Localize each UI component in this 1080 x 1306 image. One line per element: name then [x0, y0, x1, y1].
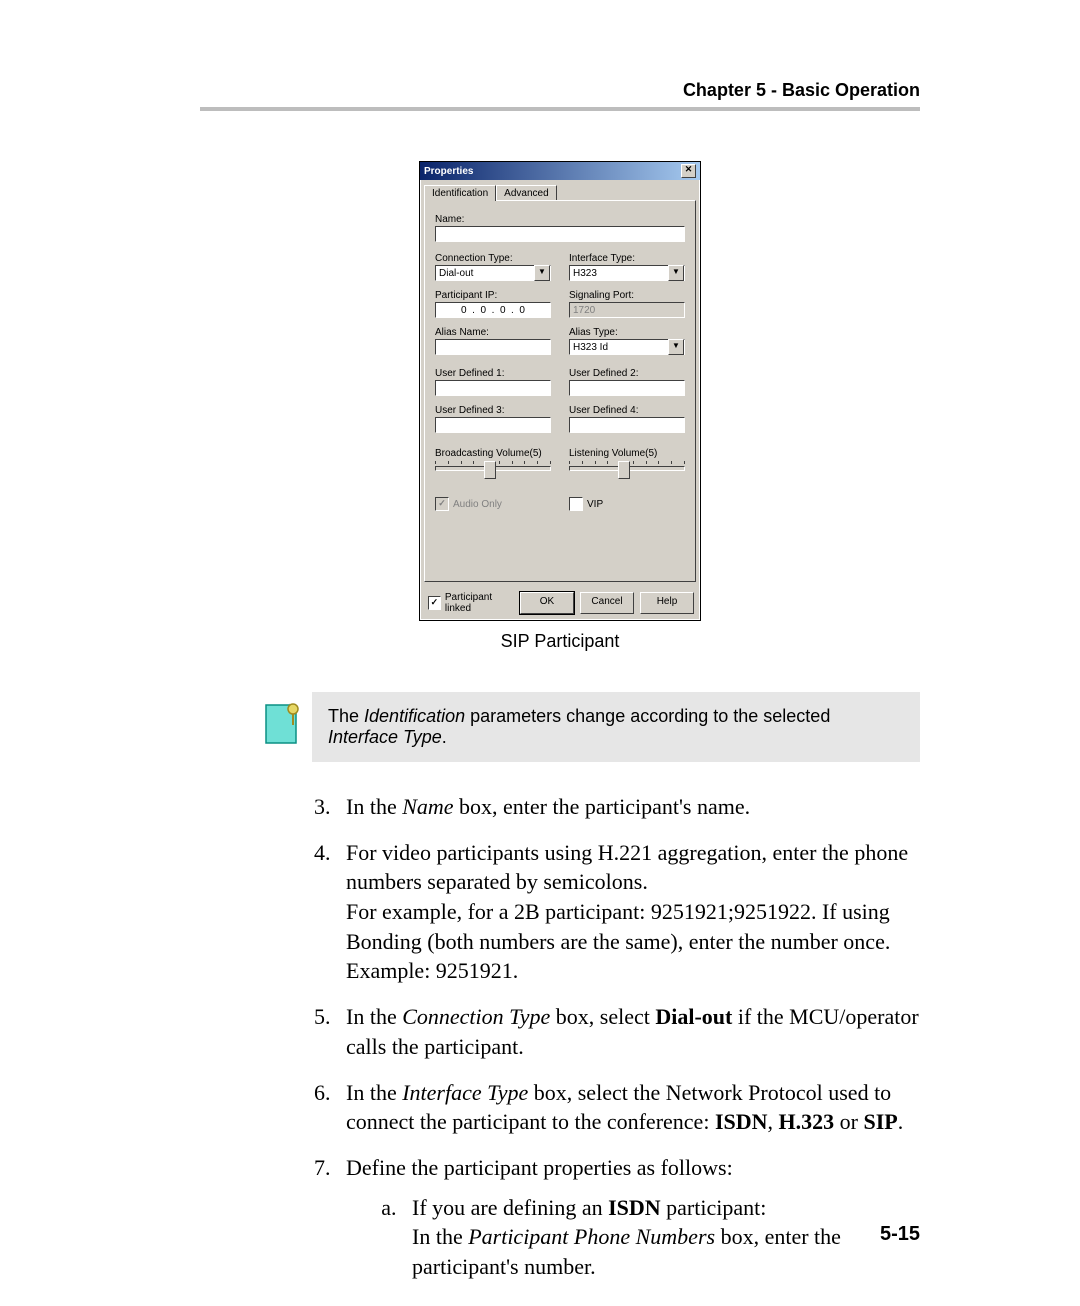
- note-box: The Identification parameters change acc…: [312, 692, 920, 762]
- label-alias-type: Alias Type:: [569, 327, 685, 338]
- properties-dialog: Properties ✕ IdentificationAdvanced Name…: [419, 161, 701, 621]
- chevron-down-icon: ▼: [534, 265, 550, 281]
- label-connection-type: Connection Type:: [435, 253, 551, 264]
- alias-type-select[interactable]: H323 Id ▼: [569, 339, 685, 355]
- cancel-button[interactable]: Cancel: [580, 592, 634, 614]
- audio-only-checkbox: ✓ Audio Only: [435, 497, 551, 511]
- label-alias-name: Alias Name:: [435, 327, 551, 338]
- label-broadcast-vol: Broadcasting Volume(5): [435, 448, 551, 459]
- tab-advanced[interactable]: Advanced: [496, 185, 556, 201]
- note-icon: [260, 703, 300, 752]
- alias-type-value: H323 Id: [573, 342, 608, 353]
- checkbox-icon: ✓: [428, 596, 441, 610]
- header-rule: [200, 107, 920, 111]
- ok-button[interactable]: OK: [520, 592, 574, 614]
- label-ud3: User Defined 3:: [435, 405, 551, 416]
- label-ud2: User Defined 2:: [569, 368, 685, 379]
- name-field[interactable]: [435, 226, 685, 242]
- label-ud4: User Defined 4:: [569, 405, 685, 416]
- participant-linked-label: Participant linked: [445, 592, 514, 614]
- alias-name-field[interactable]: [435, 339, 551, 355]
- step-7: Define the participant properties as fol…: [336, 1153, 920, 1282]
- connection-type-select[interactable]: Dial-out ▼: [435, 265, 551, 281]
- step-6: In the Interface Type box, select the Ne…: [336, 1078, 920, 1137]
- interface-type-select[interactable]: H323 ▼: [569, 265, 685, 281]
- label-listen-vol: Listening Volume(5): [569, 448, 685, 459]
- checkbox-icon: [569, 497, 583, 511]
- vip-label: VIP: [587, 499, 603, 510]
- broadcasting-volume-slider[interactable]: [435, 461, 551, 483]
- chevron-down-icon: ▼: [668, 339, 684, 355]
- page-number: 5-15: [880, 1223, 920, 1246]
- step-5: In the Connection Type box, select Dial-…: [336, 1002, 920, 1061]
- ud2-field[interactable]: [569, 380, 685, 396]
- label-name: Name:: [435, 214, 685, 225]
- instruction-list: In the Name box, enter the participant's…: [300, 792, 920, 1282]
- label-interface-type: Interface Type:: [569, 253, 685, 264]
- dialog-title-text: Properties: [424, 166, 473, 177]
- vip-checkbox[interactable]: VIP: [569, 497, 685, 511]
- listening-volume-slider[interactable]: [569, 461, 685, 483]
- audio-only-label: Audio Only: [453, 499, 502, 510]
- participant-linked-checkbox[interactable]: ✓ Participant linked: [428, 592, 514, 614]
- step-4: For video participants using H.221 aggre…: [336, 838, 920, 986]
- figure-caption: SIP Participant: [200, 631, 920, 652]
- label-signaling-port: Signaling Port:: [569, 290, 685, 301]
- ud1-field[interactable]: [435, 380, 551, 396]
- ud3-field[interactable]: [435, 417, 551, 433]
- help-button[interactable]: Help: [640, 592, 694, 614]
- participant-ip-field[interactable]: [435, 302, 551, 318]
- label-ud1: User Defined 1:: [435, 368, 551, 379]
- ud4-field[interactable]: [569, 417, 685, 433]
- step-7a: If you are defining an ISDN participant:…: [402, 1193, 920, 1282]
- connection-type-value: Dial-out: [439, 268, 473, 279]
- checkbox-icon: ✓: [435, 497, 449, 511]
- dialog-titlebar[interactable]: Properties ✕: [420, 162, 700, 180]
- label-participant-ip: Participant IP:: [435, 290, 551, 301]
- tab-panel-identification: Name: Connection Type: Dial-out ▼ Interf…: [424, 200, 696, 582]
- close-icon[interactable]: ✕: [681, 164, 696, 178]
- interface-type-value: H323: [573, 268, 597, 279]
- tab-identification[interactable]: Identification: [424, 185, 496, 201]
- chevron-down-icon: ▼: [668, 265, 684, 281]
- signaling-port-field: [569, 302, 685, 318]
- chapter-heading: Chapter 5 - Basic Operation: [200, 80, 920, 101]
- step-3: In the Name box, enter the participant's…: [336, 792, 920, 822]
